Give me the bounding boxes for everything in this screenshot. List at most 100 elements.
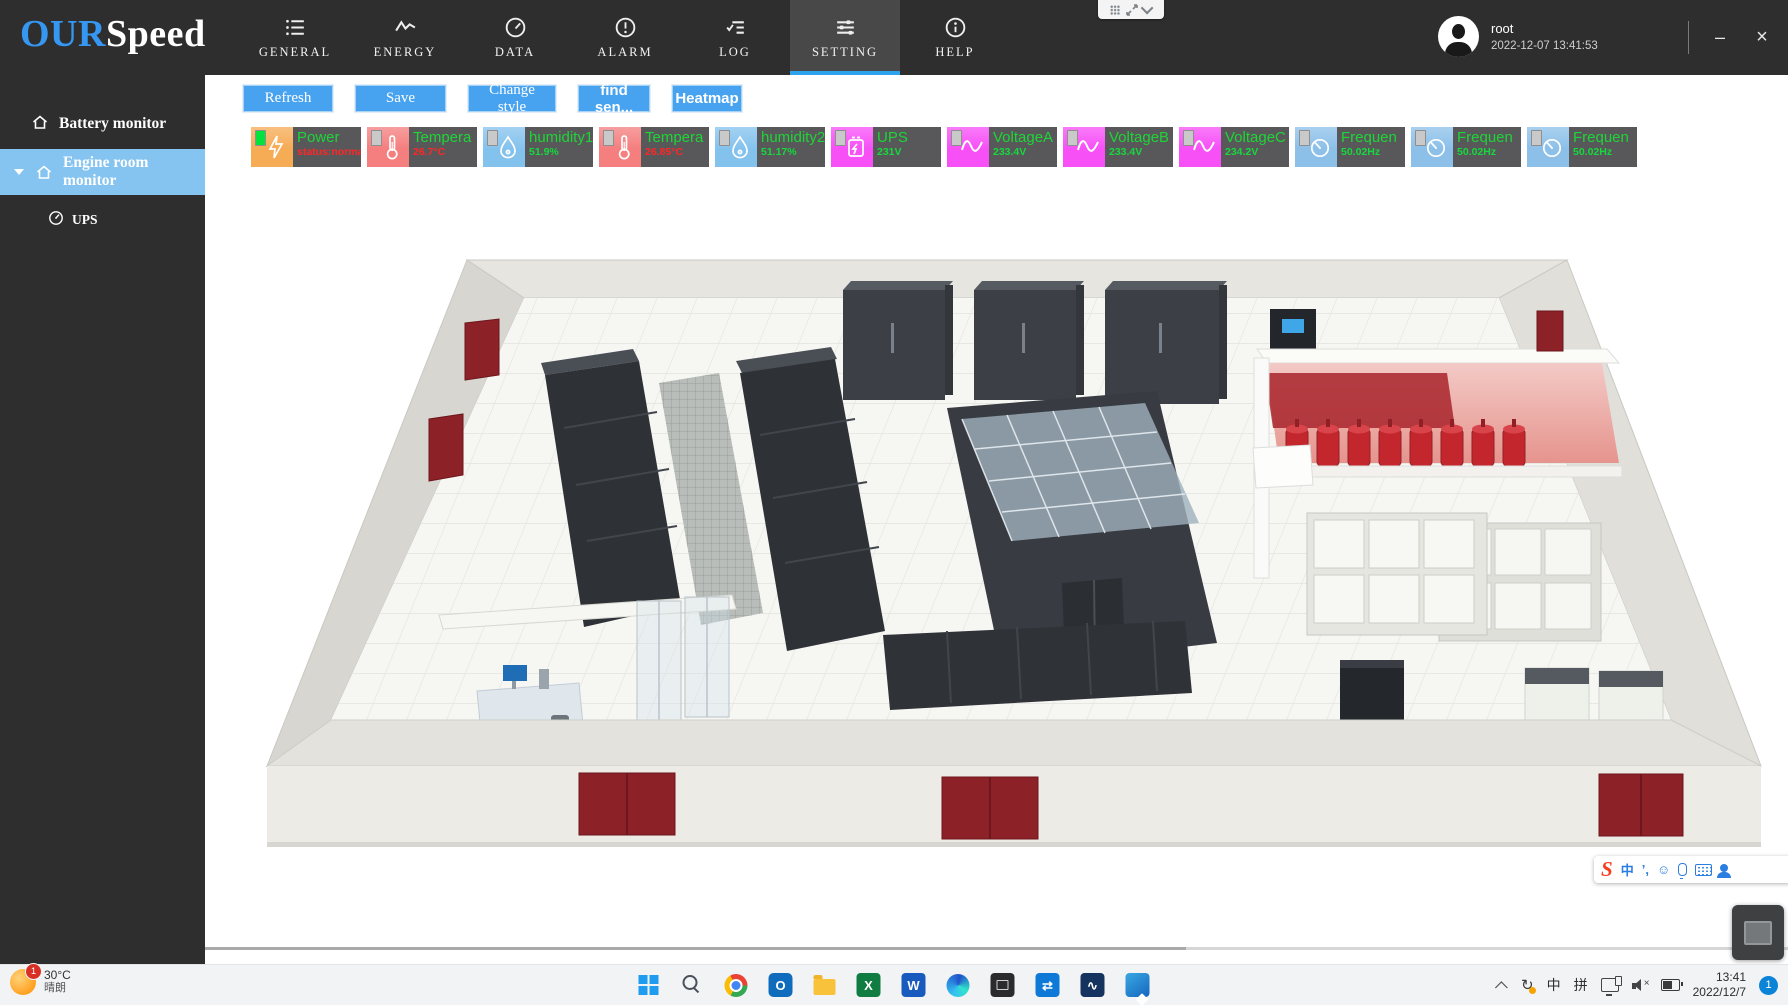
- nav-tab[interactable]: GENERAL: [240, 0, 350, 75]
- sensor-text-panel: Tempera 26.7°C: [409, 127, 477, 167]
- tray-icon[interactable]: [1601, 978, 1619, 992]
- expand-icon[interactable]: [1126, 4, 1138, 16]
- sensor-label: Tempera: [645, 129, 709, 146]
- ime-keyboard-icon[interactable]: [1695, 864, 1712, 876]
- scrollbar-thumb[interactable]: [205, 947, 1186, 950]
- ime-toolbox-icon[interactable]: [1720, 868, 1728, 872]
- taskbar-app-icon[interactable]: [725, 974, 748, 997]
- close-button[interactable]: ×: [1742, 0, 1782, 75]
- sidebar-item[interactable]: Battery monitor: [0, 103, 205, 145]
- sensor-led-indicator: [835, 130, 846, 146]
- toolbar-button[interactable]: find sen...: [578, 85, 650, 112]
- sensor-badge[interactable]: Frequen 50.02Hz: [1527, 127, 1637, 167]
- main-content: Refresh Save Change style find sen... He…: [205, 75, 1788, 965]
- sensor-label: Frequen: [1341, 129, 1405, 146]
- sensor-text-panel: VoltageC 234.2V: [1221, 127, 1289, 167]
- user-name: root: [1491, 21, 1598, 36]
- nav-tab[interactable]: SETTING: [790, 0, 900, 75]
- tray-icon[interactable]: 中: [1547, 975, 1561, 995]
- taskbar-app-icon[interactable]: X: [857, 973, 881, 997]
- tray-icon[interactable]: 拼: [1574, 975, 1588, 995]
- titlebar: OURSpeed GENERAL: [0, 0, 1788, 75]
- tray-icon[interactable]: [1661, 979, 1680, 991]
- sensor-text-panel: humidity2 51.17%: [757, 127, 825, 167]
- floating-widget: [1098, 0, 1164, 19]
- sensor-icon-tile: [599, 127, 641, 167]
- horizontal-scrollbar: [205, 947, 1788, 950]
- minimize-button[interactable]: –: [1702, 0, 1738, 75]
- chevron-down-icon[interactable]: [1140, 2, 1153, 15]
- taskbar-app-icon[interactable]: [639, 975, 659, 995]
- sensor-badge[interactable]: Power status:normal: [251, 127, 361, 167]
- nav-tab[interactable]: DATA: [460, 0, 570, 75]
- grid-dots-icon[interactable]: [1110, 5, 1120, 15]
- taskbar-app-icon[interactable]: O: [769, 973, 793, 997]
- sensor-badge[interactable]: Tempera 26.7°C: [367, 127, 477, 167]
- taskbar-clock[interactable]: 13:41 2022/12/7: [1693, 970, 1746, 1000]
- log-icon: [723, 15, 748, 40]
- tray-icon[interactable]: ↻: [1521, 976, 1534, 994]
- sensor-badge[interactable]: Frequen 50.02Hz: [1411, 127, 1521, 167]
- taskbar-app-icon[interactable]: [814, 979, 836, 995]
- sensor-badge[interactable]: VoltageC 234.2V: [1179, 127, 1289, 167]
- taskbar-app-icon[interactable]: [947, 974, 970, 997]
- sensor-led-indicator: [1299, 130, 1310, 146]
- sensor-badge[interactable]: VoltageB 233.4V: [1063, 127, 1173, 167]
- taskbar-app-icon[interactable]: W: [902, 973, 926, 997]
- toolbar-button[interactable]: Save: [355, 85, 446, 112]
- weather-widget[interactable]: 1 30°C 晴朗: [10, 968, 71, 995]
- sensor-badge[interactable]: Frequen 50.02Hz: [1295, 127, 1405, 167]
- ime-lang-icon[interactable]: 中: [1621, 860, 1634, 879]
- sensor-led-indicator: [951, 130, 962, 146]
- taskbar-app-icon[interactable]: ∿: [1081, 973, 1105, 997]
- floating-tool-panel[interactable]: [1732, 905, 1784, 960]
- nav-tab[interactable]: ALARM: [570, 0, 680, 75]
- taskbar-app-icon[interactable]: ⇄: [1036, 973, 1060, 997]
- notification-badge[interactable]: 1: [1759, 976, 1778, 995]
- toolbar-button[interactable]: Heatmap: [672, 85, 742, 112]
- sidebar-item[interactable]: Engine room monitor: [0, 149, 205, 195]
- taskbar-apps: O X W ⇄ ∿: [639, 965, 1150, 1005]
- humidity-drop-icon: [495, 133, 521, 161]
- thermometer-icon: [379, 133, 405, 161]
- nav-tab[interactable]: LOG: [680, 0, 790, 75]
- sensor-label: Tempera: [413, 129, 477, 146]
- caret-down-icon[interactable]: [14, 169, 24, 175]
- nav-tab[interactable]: HELP: [900, 0, 1010, 75]
- ime-emoji-icon[interactable]: ☺: [1657, 862, 1670, 877]
- sensor-value: 51.17%: [761, 146, 825, 159]
- sync-icon: ↻: [1521, 976, 1534, 994]
- toolbar-button[interactable]: Change style: [468, 85, 556, 112]
- nav-tab[interactable]: ENERGY: [350, 0, 460, 75]
- sidebar-item[interactable]: UPS: [0, 203, 205, 237]
- sensor-text-panel: Power status:normal: [293, 127, 361, 167]
- sensor-badge[interactable]: VoltageA 233.4V: [947, 127, 1057, 167]
- sensor-icon-tile: [1411, 127, 1453, 167]
- chevron-up-icon: [1495, 981, 1508, 994]
- sogou-logo-icon[interactable]: S: [1601, 859, 1613, 880]
- sidebar-item-label: Battery monitor: [59, 115, 166, 133]
- tray-icon[interactable]: ×: [1632, 979, 1648, 992]
- sensor-value: 234.2V: [1225, 146, 1289, 159]
- sensor-badge[interactable]: humidity1 51.9%: [483, 127, 593, 167]
- avatar[interactable]: [1438, 16, 1479, 57]
- tray-icon[interactable]: [1499, 981, 1508, 990]
- toolbar-button[interactable]: Refresh: [243, 85, 333, 112]
- sensor-label: VoltageB: [1109, 129, 1173, 146]
- sensor-badge[interactable]: Tempera 26.85°C: [599, 127, 709, 167]
- taskbar-app-icon[interactable]: [991, 973, 1015, 997]
- sensor-badge[interactable]: UPS 231V: [831, 127, 941, 167]
- sensor-led-indicator: [1415, 130, 1426, 146]
- pinyin-indicator: 拼: [1574, 975, 1588, 995]
- clock-date: 2022/12/7: [1693, 985, 1746, 1000]
- sensor-value: 233.4V: [1109, 146, 1173, 159]
- taskbar-app-icon[interactable]: [1126, 973, 1150, 997]
- list-icon: [283, 15, 308, 40]
- sensor-text-panel: humidity1 51.9%: [525, 127, 593, 167]
- server-room-3d-view[interactable]: [207, 223, 1787, 925]
- app-logo: OURSpeed: [20, 12, 206, 56]
- ime-phrase-icon[interactable]: ’,: [1642, 862, 1649, 877]
- taskbar-app-icon[interactable]: [680, 973, 704, 997]
- ime-mic-icon[interactable]: [1678, 863, 1687, 876]
- sensor-badge[interactable]: humidity2 51.17%: [715, 127, 825, 167]
